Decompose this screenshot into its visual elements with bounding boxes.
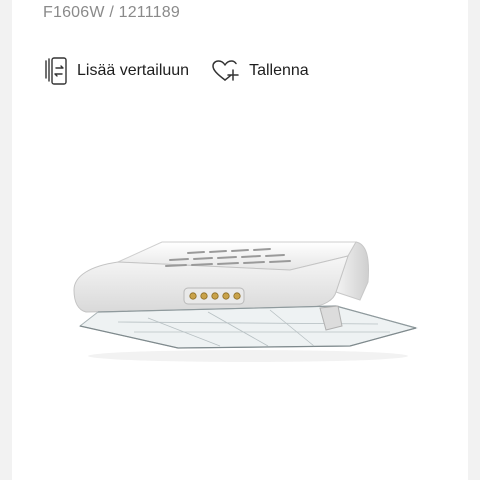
product-photo <box>38 140 442 370</box>
product-card: F1606W / 1211189 Lisää vertailuun Tallen… <box>12 0 468 480</box>
compare-icon <box>43 56 69 86</box>
heart-plus-icon <box>211 58 241 84</box>
product-code: F1606W / 1211189 <box>43 4 180 21</box>
product-actions: Lisää vertailuun Tallenna <box>43 56 309 86</box>
add-to-compare-label: Lisää vertailuun <box>77 62 190 79</box>
save-button[interactable]: Tallenna <box>211 58 309 84</box>
save-label: Tallenna <box>249 62 309 79</box>
add-to-compare-button[interactable]: Lisää vertailuun <box>43 56 189 86</box>
